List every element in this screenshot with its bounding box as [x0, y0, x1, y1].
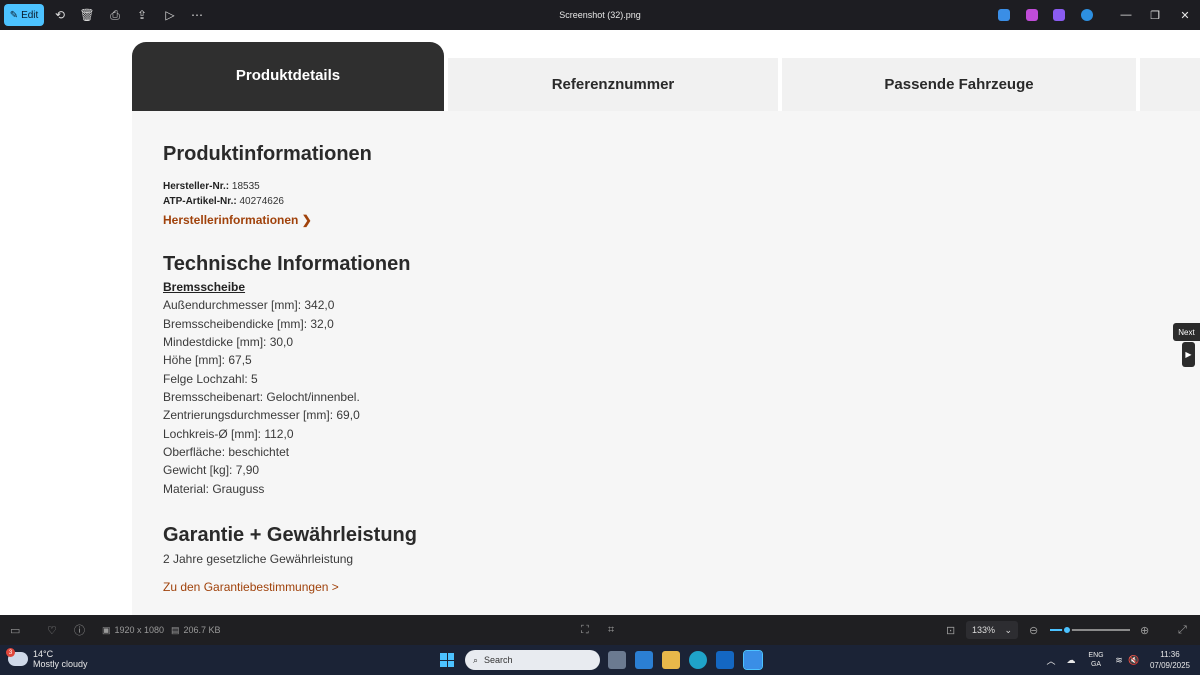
onedrive-tray-icon[interactable]: ☁ [1064, 645, 1078, 675]
edit-button[interactable]: ✎ Edit [4, 4, 44, 26]
app-store-icon[interactable] [635, 651, 653, 669]
image-viewer: Produktdetails Referenznummer Passende F… [0, 30, 1200, 615]
notification-badge: 3 [6, 648, 15, 657]
zoom-out-icon[interactable]: ⊖ [1029, 615, 1038, 645]
edge-icon[interactable] [689, 651, 707, 669]
viewer-status-bar: ▭ ♡ ⓘ ▣ 1920 x 1080 ▤ 206.7 KB ⛶ ⌗ ⊡ 133… [0, 615, 1200, 645]
spec-line: Felge Lochzahl: 5 [163, 372, 258, 386]
chevron-up-icon[interactable]: ︿ [1044, 645, 1058, 675]
image-icon: ▣ [102, 624, 111, 635]
maximize-button[interactable]: ❐ [1140, 0, 1170, 30]
spec-line: Material: Grauguss [163, 482, 265, 496]
task-view-icon[interactable] [608, 651, 626, 669]
fit-to-window-icon[interactable]: ⊡ [946, 615, 955, 645]
info-icon[interactable]: ⓘ [74, 615, 85, 645]
favorite-icon[interactable]: ♡ [47, 615, 57, 645]
search-icon: ⌕ [473, 654, 479, 665]
spec-line: Gewicht [kg]: 7,90 [163, 463, 260, 477]
play-icon: ▶ [1185, 350, 1192, 359]
spec-line: Außendurchmesser [mm]: 342,0 [163, 298, 335, 312]
crop-icon[interactable]: ⛶ [581, 615, 589, 645]
delete-icon[interactable]: 🗑 [79, 7, 95, 23]
app-clipchamp-icon[interactable] [1053, 9, 1065, 21]
outlook-icon[interactable] [716, 651, 734, 669]
taskbar: 3 14°C Mostly cloudy ⌕ Search ︿ ☁ ENG GA… [0, 645, 1200, 675]
photos-app-icon[interactable] [743, 650, 763, 670]
fullscreen-icon[interactable]: ⤢ [1178, 615, 1187, 645]
minimize-button[interactable]: — [1111, 0, 1141, 30]
slideshow-icon[interactable]: ▷ [162, 7, 178, 23]
rotate-icon[interactable]: ⟲ [52, 7, 68, 23]
tab-referenznummer[interactable]: Referenznummer [448, 58, 778, 111]
windows-start-icon[interactable] [440, 653, 454, 667]
spec-line: Bremsscheibendicke [mm]: 32,0 [163, 317, 334, 331]
zoom-slider-knob[interactable] [1061, 625, 1072, 635]
bremsscheibe-subheading: Bremsscheibe [163, 280, 246, 294]
spec-line: Zentrierungsdurchmesser [mm]: 69,0 [163, 408, 360, 422]
filmstrip-icon[interactable]: ▭ [10, 615, 20, 645]
spec-line: Mindestdicke [mm]: 30,0 [163, 335, 294, 349]
file-icon: ▤ [171, 624, 180, 635]
manufacturer-info-link[interactable]: Herstellerinformationen ❯ [163, 213, 312, 227]
app-copilot-icon[interactable] [1026, 9, 1038, 21]
clock[interactable]: 11:36 07/09/2025 [1145, 649, 1195, 671]
title-bar: ✎ Edit ⟲ 🗑 ⎙ ⇪ ▷ ⋯ Screenshot (32).png —… [0, 0, 1200, 30]
atp-article-number: ATP-Artikel-Nr.: 40274626 [163, 196, 284, 207]
produktinformationen-heading: Produktinformationen [163, 143, 372, 165]
tab-more[interactable] [1140, 58, 1200, 111]
next-image-button[interactable]: ▶ [1182, 342, 1195, 367]
window-title: Screenshot (32).png [559, 10, 641, 20]
zoom-in-icon[interactable]: ⊕ [1140, 615, 1149, 645]
next-tooltip: Next [1173, 323, 1200, 341]
technische-informationen-heading: Technische Informationen [163, 253, 411, 275]
scan-icon[interactable]: ⌗ [608, 615, 614, 645]
warranty-terms-link[interactable]: Zu den Garantiebestimmungen > [163, 580, 339, 594]
file-explorer-icon[interactable] [662, 651, 680, 669]
taskbar-search[interactable]: ⌕ Search [465, 650, 600, 670]
chevron-right-icon: ❯ [301, 213, 312, 227]
warranty-text: 2 Jahre gesetzliche Gewährleistung [163, 552, 354, 566]
print-icon[interactable]: ⎙ [107, 7, 123, 23]
zoom-dropdown[interactable]: 133% ⌄ [966, 621, 1018, 639]
manufacturer-number: Hersteller-Nr.: 18535 [163, 181, 260, 192]
spec-line: Lochkreis-Ø [mm]: 112,0 [163, 427, 294, 441]
spec-line: Oberfläche: beschichtet [163, 445, 290, 459]
weather-temp: 14°C [33, 649, 54, 659]
weather-widget[interactable]: 3 14°C Mostly cloudy [6, 648, 88, 669]
app-designer-icon[interactable] [998, 9, 1010, 21]
spec-line: Bremsscheibenart: Gelocht/innenbel. [163, 390, 360, 404]
volume-muted-icon[interactable]: 🔇 [1127, 645, 1141, 675]
tab-produktdetails[interactable]: Produktdetails [132, 42, 444, 111]
chevron-down-icon: ⌄ [1004, 624, 1012, 635]
close-button[interactable]: ✕ [1170, 0, 1200, 30]
cloud-icon: 3 [6, 648, 28, 666]
dimensions-info: ▣ 1920 x 1080 [102, 624, 165, 636]
share-icon[interactable]: ⇪ [134, 7, 150, 23]
language-indicator[interactable]: ENG GA [1085, 645, 1107, 675]
garantie-heading: Garantie + Gewährleistung [163, 524, 417, 546]
edit-icon: ✎ [9, 9, 19, 21]
wifi-icon[interactable]: ≋ [1112, 645, 1126, 675]
more-icon[interactable]: ⋯ [189, 7, 205, 23]
tab-passende-fahrzeuge[interactable]: Passende Fahrzeuge [782, 58, 1136, 111]
onedrive-icon[interactable] [1081, 9, 1093, 21]
spec-line: Höhe [mm]: 67,5 [163, 353, 252, 367]
filesize-info: ▤ 206.7 KB [171, 624, 221, 636]
weather-text: Mostly cloudy [33, 659, 88, 669]
